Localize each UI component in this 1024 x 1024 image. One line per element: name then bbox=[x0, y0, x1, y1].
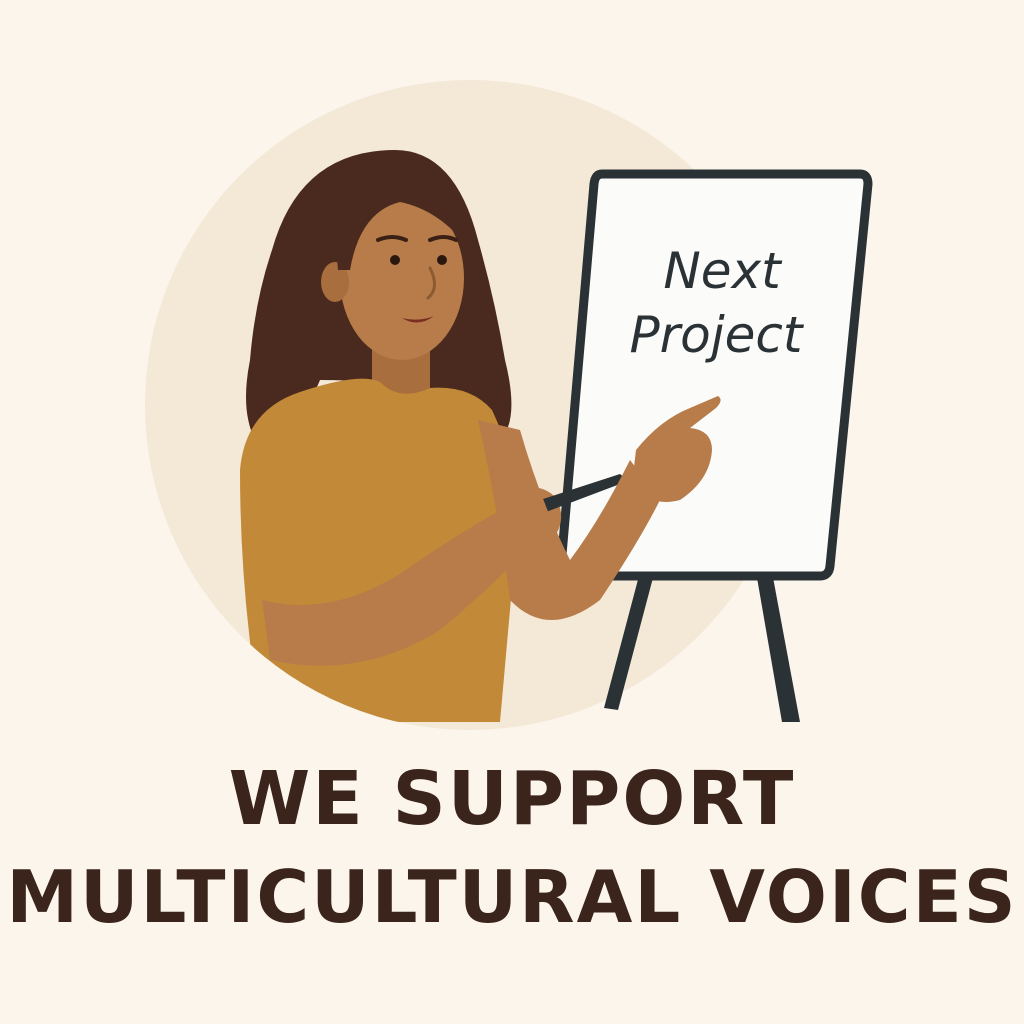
eye-left bbox=[390, 255, 400, 265]
board-text-line2: Project bbox=[629, 306, 804, 364]
headline-line2: MULTICULTURAL VOICES bbox=[6, 855, 1018, 939]
eye-right bbox=[437, 255, 447, 265]
poster: Next Project WE SUPPORT MULTICULTURAL VO… bbox=[0, 0, 1024, 1024]
headline-line1: WE SUPPORT bbox=[228, 756, 796, 842]
board-text-line1: Next bbox=[663, 242, 783, 300]
presenter-illustration: Next Project bbox=[145, 80, 873, 730]
